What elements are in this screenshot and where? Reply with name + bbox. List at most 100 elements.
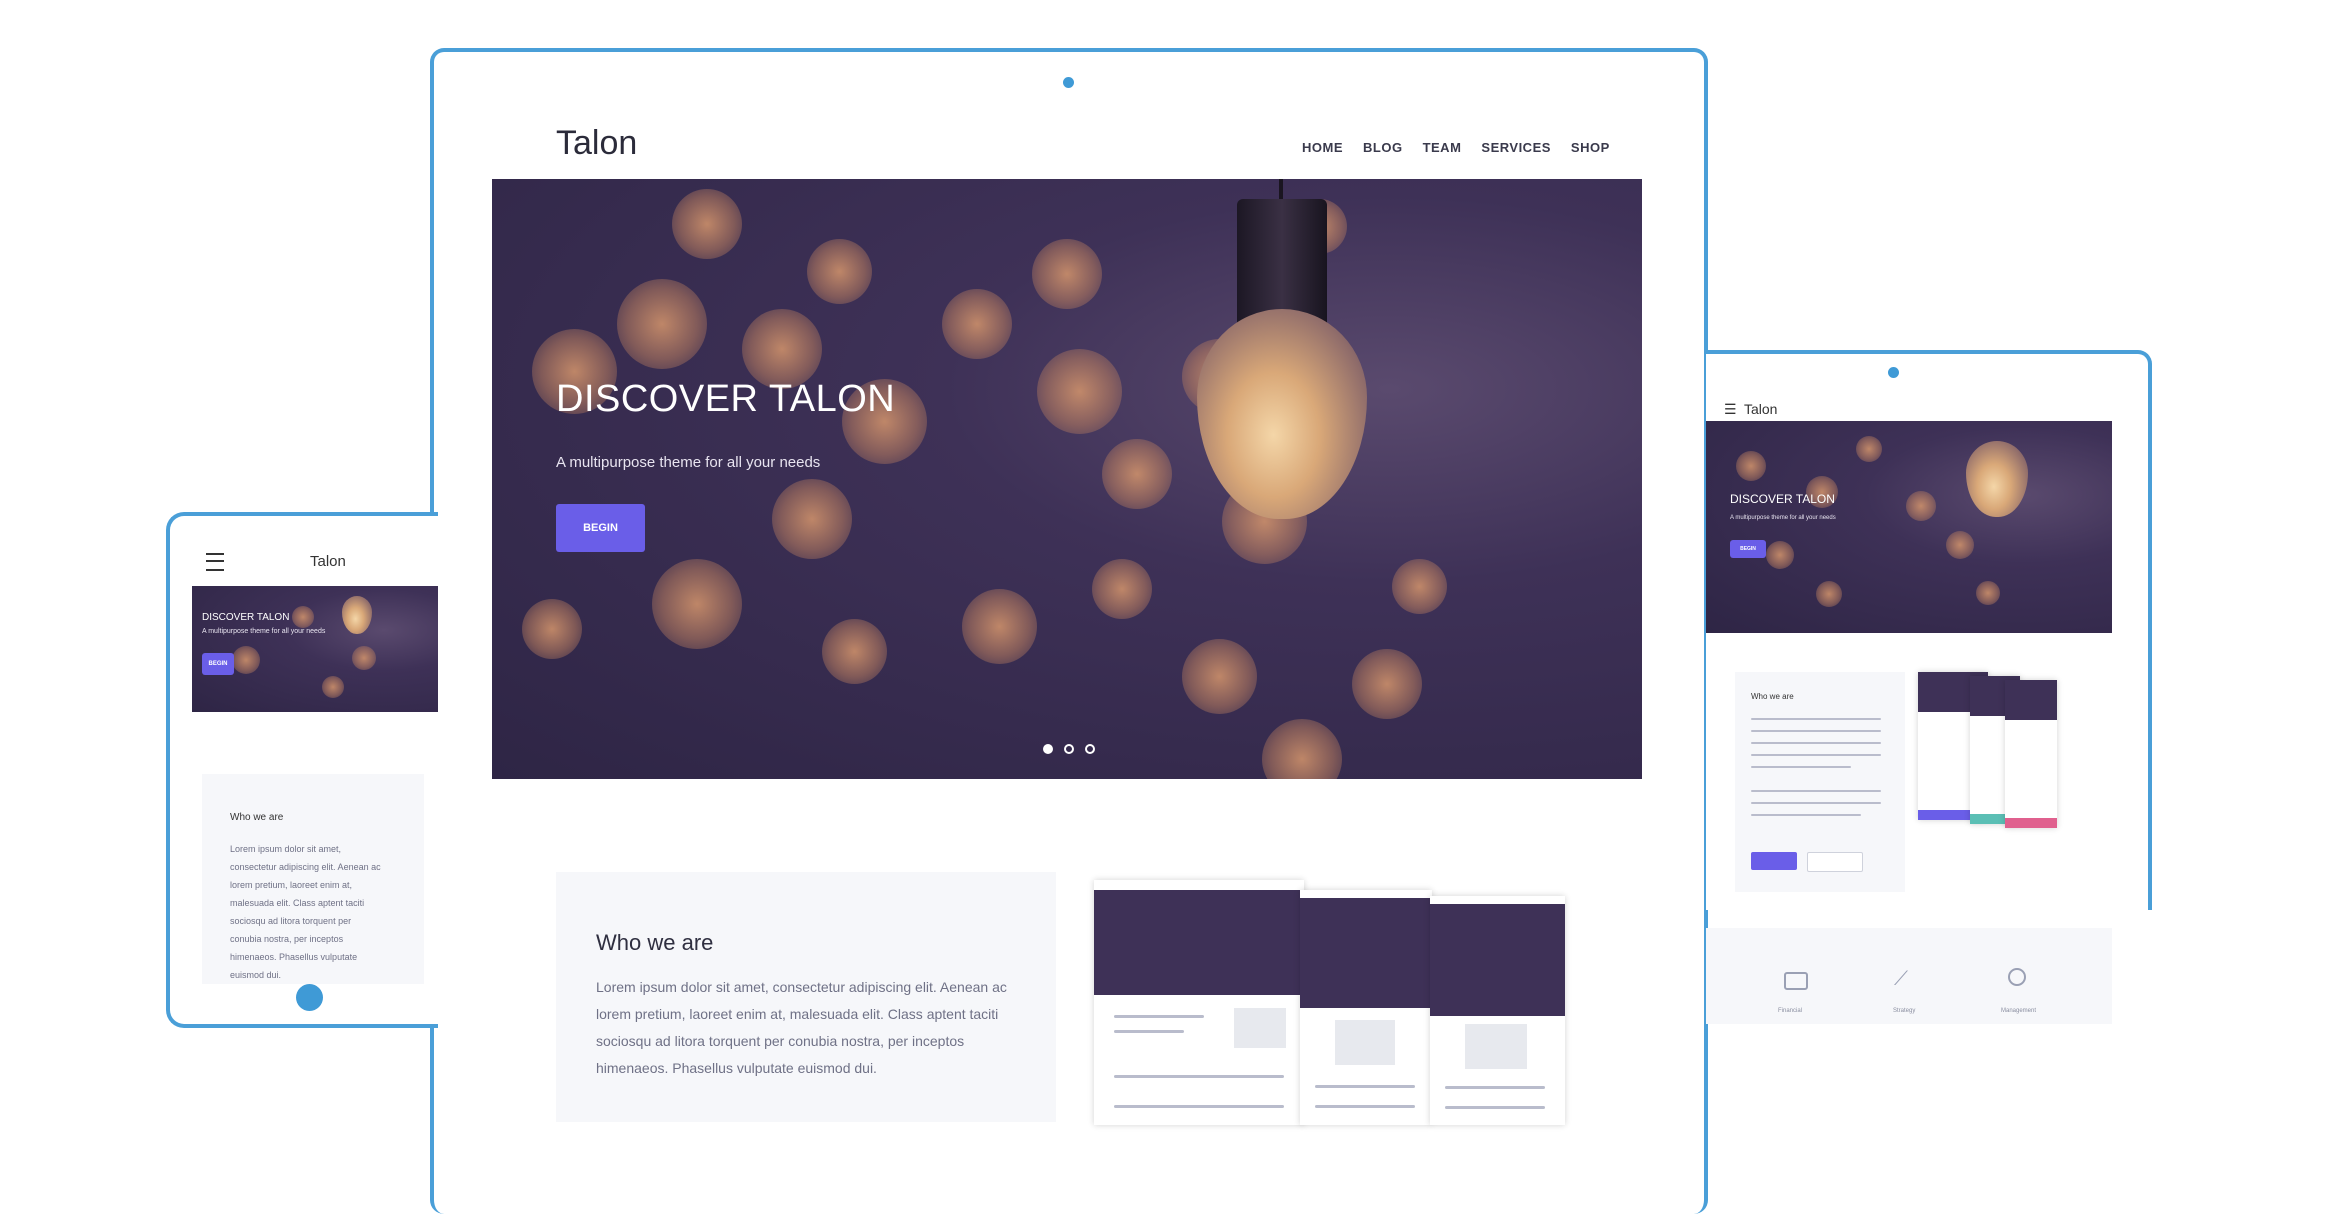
phone-about-line: himenaeos. Phasellus vulputate	[230, 952, 358, 962]
about-heading: Who we are	[596, 930, 714, 955]
preview-hero	[2005, 680, 2057, 720]
bokeh-light	[1037, 349, 1122, 434]
chart-line-icon: ⟋	[1894, 968, 1908, 990]
preview-text-line	[1315, 1085, 1415, 1088]
preview-hero	[1300, 898, 1432, 1008]
preview-hero	[1094, 890, 1304, 995]
phone-frame: Talon DISCOVER TALON A multipurpose them…	[166, 512, 438, 1028]
bokeh-light	[1946, 531, 1974, 559]
nav-blog[interactable]: BLOG	[1363, 140, 1403, 155]
nav-team[interactable]: TEAM	[1423, 140, 1462, 155]
main-nav: HOME BLOG TEAM SERVICES SHOP	[1302, 140, 1610, 155]
bokeh-light	[1092, 559, 1152, 619]
preview-text-line	[1114, 1015, 1204, 1018]
phone-about-line: Lorem ipsum dolor sit amet,	[230, 844, 342, 854]
preview-text-line	[1445, 1086, 1545, 1089]
tablet-hero	[1706, 421, 2112, 633]
preview-text-line	[1315, 1105, 1415, 1108]
slider-dot-1[interactable]	[1043, 744, 1053, 754]
bokeh-light	[522, 599, 582, 659]
tablet-about-heading: Who we are	[1751, 692, 1794, 701]
tablet-begin-button[interactable]: BEGIN	[1730, 540, 1766, 558]
bokeh-light	[652, 559, 742, 649]
phone-begin-button[interactable]: BEGIN	[202, 653, 234, 675]
phone-hero-title: DISCOVER TALON	[202, 612, 290, 623]
phone-about-line: consectetur adipiscing elit. Aenean ac	[230, 862, 381, 872]
phone-hero-subtitle: A multipurpose theme for all your needs	[202, 628, 326, 635]
bokeh-light	[352, 646, 376, 670]
preview-screen	[1300, 890, 1432, 1125]
preview-text-line	[1114, 1030, 1184, 1033]
nav-home[interactable]: HOME	[1302, 140, 1343, 155]
bokeh-light	[1816, 581, 1842, 607]
hero-subtitle: A multipurpose theme for all your needs	[556, 454, 821, 471]
bokeh-light	[232, 646, 260, 674]
user-icon	[2008, 968, 2026, 986]
bokeh-light	[1856, 436, 1882, 462]
tablet-hero-subtitle: A multipurpose theme for all your needs	[1730, 515, 1836, 521]
bokeh-light	[617, 279, 707, 369]
bokeh-light	[322, 676, 344, 698]
preview-text-line	[1114, 1105, 1284, 1108]
bokeh-light	[1736, 451, 1766, 481]
about-body: Lorem ipsum dolor sit amet, consectetur …	[596, 979, 1007, 1076]
bokeh-light	[1262, 719, 1342, 779]
preview-image	[1335, 1020, 1395, 1065]
begin-button[interactable]: BEGIN	[556, 504, 645, 552]
nav-shop[interactable]: SHOP	[1571, 140, 1610, 155]
preview-screen	[1430, 896, 1565, 1125]
feature-label: Financial	[1778, 1008, 1803, 1014]
feature-label: Management	[2001, 1008, 2037, 1014]
tablet-text-line	[1751, 790, 1881, 792]
bokeh-light	[772, 479, 852, 559]
wallet-icon	[1784, 972, 1808, 990]
site-logo[interactable]: Talon	[556, 124, 637, 163]
light-bulb	[342, 596, 372, 634]
light-bulb	[1966, 441, 2028, 517]
feature-label: Strategy	[1893, 1008, 1916, 1014]
tablet-text-line	[1751, 742, 1881, 744]
bokeh-light	[1976, 581, 2000, 605]
bokeh-light	[942, 289, 1012, 359]
phone-about-line: malesuada elit. Class aptent taciti	[230, 898, 365, 908]
phone-hero	[192, 586, 438, 712]
phone-about-heading: Who we are	[230, 812, 284, 823]
preview-image	[1465, 1024, 1527, 1069]
phone-about-line: sociosqu ad litora torquent per	[230, 916, 352, 926]
tablet-menu-icon[interactable]: ☰	[1724, 401, 1737, 418]
tablet-secondary-button[interactable]	[1807, 852, 1863, 872]
phone-about-line: euismod dui.	[230, 970, 282, 980]
tablet-text-line	[1751, 766, 1851, 768]
bokeh-light	[1392, 559, 1447, 614]
bokeh-light	[1182, 639, 1257, 714]
phone-about-line: lorem pretium, laoreet enim at,	[230, 880, 353, 890]
slider-dot-2[interactable]	[1064, 744, 1074, 754]
bokeh-light	[962, 589, 1037, 664]
phone-logo[interactable]: Talon	[310, 553, 346, 570]
preview-text-line	[1114, 1075, 1284, 1078]
preview-hero	[1430, 904, 1565, 1016]
tablet-text-line	[1751, 730, 1881, 732]
tablet-logo[interactable]: Talon	[1744, 401, 1777, 417]
tablet-about-card: Who we are	[1735, 672, 1905, 892]
preview-footer	[2005, 818, 2057, 828]
tablet-text-line	[1751, 718, 1881, 720]
phone-home-button[interactable]	[296, 984, 323, 1011]
nav-services[interactable]: SERVICES	[1481, 140, 1551, 155]
bokeh-light	[672, 189, 742, 259]
desktop-camera	[1063, 77, 1074, 88]
tablet-features-strip: Financial ⟋ Strategy Management	[1706, 928, 2112, 1024]
hamburger-menu-icon[interactable]	[206, 553, 224, 571]
bokeh-light	[1766, 541, 1794, 569]
phone-about-card: Who we are Lorem ipsum dolor sit amet, c…	[202, 774, 424, 984]
preview-image	[1234, 1008, 1286, 1048]
bokeh-light	[1032, 239, 1102, 309]
bokeh-light	[742, 309, 822, 389]
preview-screen	[1094, 880, 1304, 1125]
tablet-text-line	[1751, 802, 1881, 804]
hero-title: DISCOVER TALON	[556, 378, 896, 420]
tablet-primary-button[interactable]	[1751, 852, 1797, 870]
slider-dot-3[interactable]	[1085, 744, 1095, 754]
phone-about-body: Lorem ipsum dolor sit amet, consectetur …	[230, 840, 420, 984]
bokeh-light	[1102, 439, 1172, 509]
